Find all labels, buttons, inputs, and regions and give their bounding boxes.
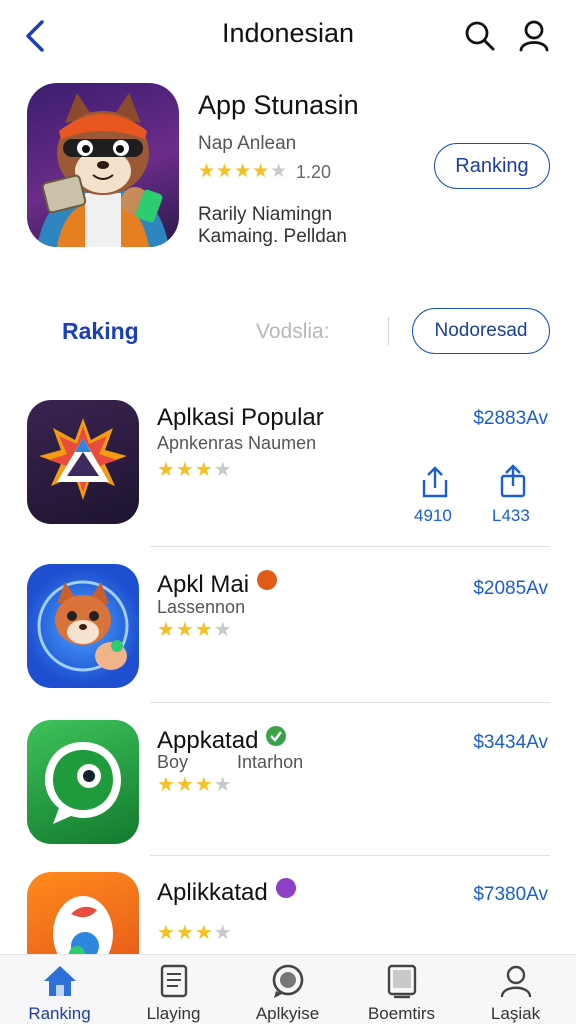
user-icon	[500, 965, 532, 998]
row-divider	[150, 702, 550, 703]
ranking-button[interactable]: Ranking	[434, 143, 550, 189]
app-icon[interactable]	[27, 564, 139, 688]
row-divider	[150, 855, 550, 856]
app-name-row: Aplikkatad	[157, 878, 296, 907]
home-icon	[44, 966, 76, 996]
app-icon[interactable]	[27, 720, 139, 844]
app-name: Aplkasi Popular	[157, 404, 324, 431]
user-icon[interactable]	[516, 16, 552, 56]
app-subtitle-part1: Boy	[157, 752, 189, 772]
location-badge-icon	[257, 570, 278, 590]
list-item[interactable]: Aplkasi Popular Apnkenras Naumen ★★★★ $2…	[0, 396, 576, 551]
app-rating-stars: ★★★★	[157, 922, 233, 944]
tab-secondary[interactable]: Vodslia:	[256, 320, 330, 344]
document-icon	[160, 964, 188, 998]
verified-badge-icon	[266, 726, 287, 746]
app-subtitle-part2: Intarhon	[237, 752, 304, 772]
featured-app-name: App Stunasin	[198, 90, 359, 120]
app-rating-stars: ★★★★	[157, 459, 233, 481]
nav-item-ranking[interactable]: Ranking	[2, 955, 117, 1024]
nav-label: Laşiak	[490, 1004, 541, 1023]
featured-app-icon[interactable]	[27, 83, 179, 247]
list-item[interactable]: Apkl Mai Lassennon ★★★★ $2085Av	[0, 560, 576, 715]
featured-rating-stars: ★★★★★	[198, 161, 289, 182]
tab-ranking[interactable]: Raking	[62, 318, 139, 345]
app-icon[interactable]	[27, 400, 139, 524]
app-name: Aplikkatad	[157, 879, 268, 906]
nav-label: Llaying	[146, 1004, 201, 1023]
nav-item-profile[interactable]: Laşiak	[458, 955, 573, 1024]
app-name-row: Apkl Mai	[157, 570, 278, 599]
app-price: $3434Av	[473, 732, 548, 753]
nav-label: Boemtirs	[367, 1004, 436, 1023]
featured-app[interactable]: App Stunasin Nap Anlean ★★★★★ 1.20 Raril…	[0, 80, 576, 260]
featured-app-developer: Nap Anlean	[198, 133, 297, 154]
download-button[interactable]: Nodoresad	[412, 308, 550, 354]
app-header: Indonesian	[0, 0, 576, 72]
featured-rating-value: 1.20	[296, 162, 332, 182]
chat-icon	[272, 964, 304, 998]
badge-icon	[275, 878, 296, 898]
segment-tabs: Raking Vodslia: Nodoresad	[0, 300, 576, 362]
app-rating-stars: ★★★★	[157, 619, 233, 641]
list-item[interactable]: Appkatad Boy Intarhon ★★★★ $3434Av	[0, 716, 576, 871]
app-price: $7380Av	[473, 884, 548, 905]
app-name: Apkl Mai	[157, 571, 250, 598]
app-name-row: Appkatad	[157, 726, 287, 755]
app-price: $2883Av	[473, 408, 548, 429]
app-subtitle: Boy Intarhon	[157, 752, 303, 773]
upload-icon[interactable]	[496, 462, 530, 500]
app-subtitle: Lassennon	[157, 597, 246, 617]
tab-divider	[388, 317, 389, 345]
tablet-icon	[387, 964, 417, 999]
nav-item-apps[interactable]: Aplkyise	[230, 955, 345, 1024]
nav-item-playing[interactable]: Llaying	[116, 955, 231, 1024]
nav-label: Aplkyise	[255, 1004, 320, 1023]
app-rating-stars: ★★★★	[157, 774, 233, 796]
featured-description-line2: Kamaing. Pelldan	[198, 226, 347, 247]
app-name: Appkatad	[157, 727, 259, 754]
app-price: $2085Av	[473, 578, 548, 599]
row-divider	[150, 546, 550, 547]
featured-description-line1: Rarily Niamingn	[198, 204, 333, 225]
bottom-nav: Ranking Llaying Aplkyise Boemtirs Laşiak	[0, 954, 576, 1024]
share-count: 4910	[414, 506, 452, 525]
nav-label: Ranking	[28, 1004, 91, 1023]
app-subtitle: Apnkenras Naumen	[157, 433, 317, 453]
nav-item-bookmarks[interactable]: Boemtirs	[344, 955, 459, 1024]
upload-count: L433	[492, 506, 530, 525]
search-icon[interactable]	[462, 16, 498, 56]
share-icon[interactable]	[418, 462, 452, 500]
